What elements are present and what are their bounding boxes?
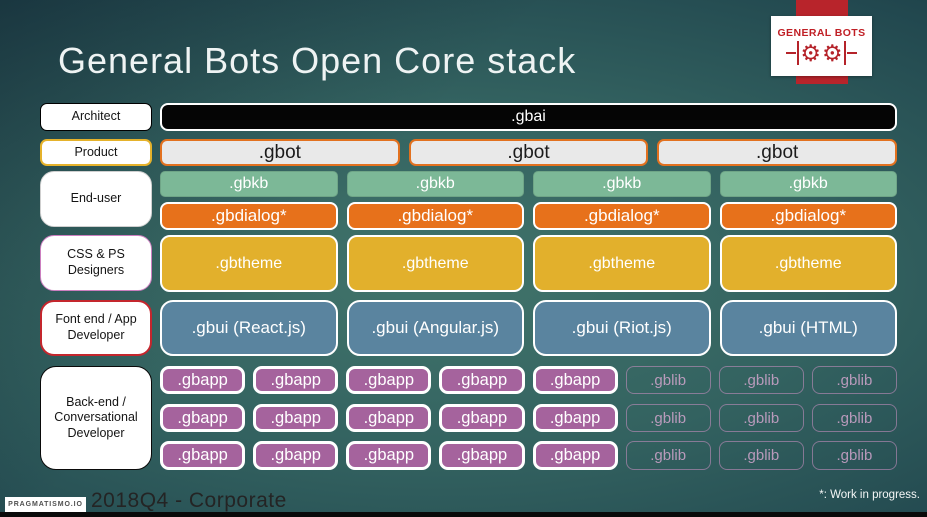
gear-icon: ⚙ (800, 39, 821, 66)
row-gbai: .gbai (160, 103, 897, 131)
node-gbapp: .gbapp (532, 404, 618, 432)
node-gblib: .gblib (625, 441, 711, 470)
node-gbapp: .gbapp (253, 441, 339, 470)
node-gblib: .gblib (718, 441, 804, 470)
row-gbui: .gbui (React.js) .gbui (Angular.js) .gbu… (160, 300, 897, 356)
node-gblib: .gblib (811, 441, 897, 470)
node-gbkb: .gbkb (160, 171, 338, 197)
role-label-backend-conversational-developer: Back-end / Conversational Developer (40, 366, 152, 470)
node-gbdialog: .gbdialog* (346, 202, 524, 230)
node-gbdialog: .gbdialog* (533, 202, 711, 230)
node-gbui-riot: .gbui (Riot.js) (533, 300, 711, 356)
node-gblib: .gblib (811, 404, 897, 432)
node-gbtheme: .gbtheme (346, 235, 524, 292)
node-gbapp: .gbapp (160, 404, 246, 432)
node-gbot: .gbot (408, 139, 649, 166)
node-gblib: .gblib (625, 404, 711, 432)
node-gbdialog: .gbdialog* (160, 202, 338, 230)
node-gbapp: .gbapp (532, 366, 618, 394)
role-label-end-user: End-user (40, 171, 152, 227)
node-gbapp: .gbapp (346, 404, 432, 432)
logo-brand-text: GENERAL BOTS (777, 27, 866, 39)
row-gbtheme: .gbtheme .gbtheme .gbtheme .gbtheme (160, 235, 897, 292)
node-gbapp: .gbapp (346, 441, 432, 470)
node-gbapp: .gbapp (160, 366, 246, 394)
node-gbui-html: .gbui (HTML) (719, 300, 897, 356)
role-label-architect: Architect (40, 103, 152, 131)
page-title: General Bots Open Core stack (58, 40, 577, 81)
node-gbkb: .gbkb (533, 171, 711, 197)
pragmatismo-badge: PRAGMATISMO.IO (5, 497, 86, 512)
gears-icon: ⚙ ⚙ (785, 39, 858, 66)
node-gbdialog: .gbdialog* (719, 202, 897, 230)
gear-bar-right (843, 41, 847, 65)
node-gbapp: .gbapp (532, 441, 618, 470)
node-gbapp: .gbapp (160, 441, 246, 470)
gear-bar-left (796, 41, 800, 65)
node-gbtheme: .gbtheme (160, 235, 338, 292)
node-gbapp: .gbapp (253, 366, 339, 394)
node-gbapp: .gbapp (346, 366, 432, 394)
footer-version-text: 2018Q4 - Corporate (91, 489, 287, 512)
row-gbapp-1: .gbapp .gbapp .gbapp .gbapp .gbapp .gbli… (160, 366, 897, 394)
footer-black-bar (0, 512, 927, 517)
gear-line-left (785, 51, 796, 55)
work-in-progress-note: *: Work in progress. (819, 489, 920, 501)
gear-line-right (847, 51, 858, 55)
slide: General Bots Open Core stack GENERAL BOT… (0, 0, 927, 517)
node-gblib: .gblib (718, 404, 804, 432)
node-gblib: .gblib (718, 366, 804, 394)
gear-icon: ⚙ (822, 39, 843, 66)
node-gbot: .gbot (160, 139, 400, 166)
node-gbtheme: .gbtheme (533, 235, 711, 292)
node-gbapp: .gbapp (439, 404, 525, 432)
node-gbot: .gbot (657, 139, 897, 166)
general-bots-logo: GENERAL BOTS ⚙ ⚙ (771, 16, 872, 76)
node-gbapp: .gbapp (439, 441, 525, 470)
node-gbai: .gbai (160, 103, 897, 131)
node-gblib: .gblib (625, 366, 711, 394)
role-label-frontend-app-developer: Font end / App Developer (40, 300, 152, 356)
node-gblib: .gblib (811, 366, 897, 394)
role-label-css-ps-designers: CSS & PS Designers (40, 235, 152, 291)
row-gbapp-3: .gbapp .gbapp .gbapp .gbapp .gbapp .gbli… (160, 441, 897, 470)
row-gbdialog: .gbdialog* .gbdialog* .gbdialog* .gbdial… (160, 202, 897, 230)
node-gbkb: .gbkb (719, 171, 897, 197)
node-gbui-angular: .gbui (Angular.js) (346, 300, 524, 356)
row-gbkb: .gbkb .gbkb .gbkb .gbkb (160, 171, 897, 197)
node-gbui-react: .gbui (React.js) (160, 300, 338, 356)
role-label-product: Product (40, 139, 152, 166)
row-gbapp-2: .gbapp .gbapp .gbapp .gbapp .gbapp .gbli… (160, 404, 897, 432)
node-gbtheme: .gbtheme (719, 235, 897, 292)
node-gbapp: .gbapp (439, 366, 525, 394)
row-gbot: .gbot .gbot .gbot (160, 139, 897, 166)
node-gbkb: .gbkb (346, 171, 524, 197)
node-gbapp: .gbapp (253, 404, 339, 432)
